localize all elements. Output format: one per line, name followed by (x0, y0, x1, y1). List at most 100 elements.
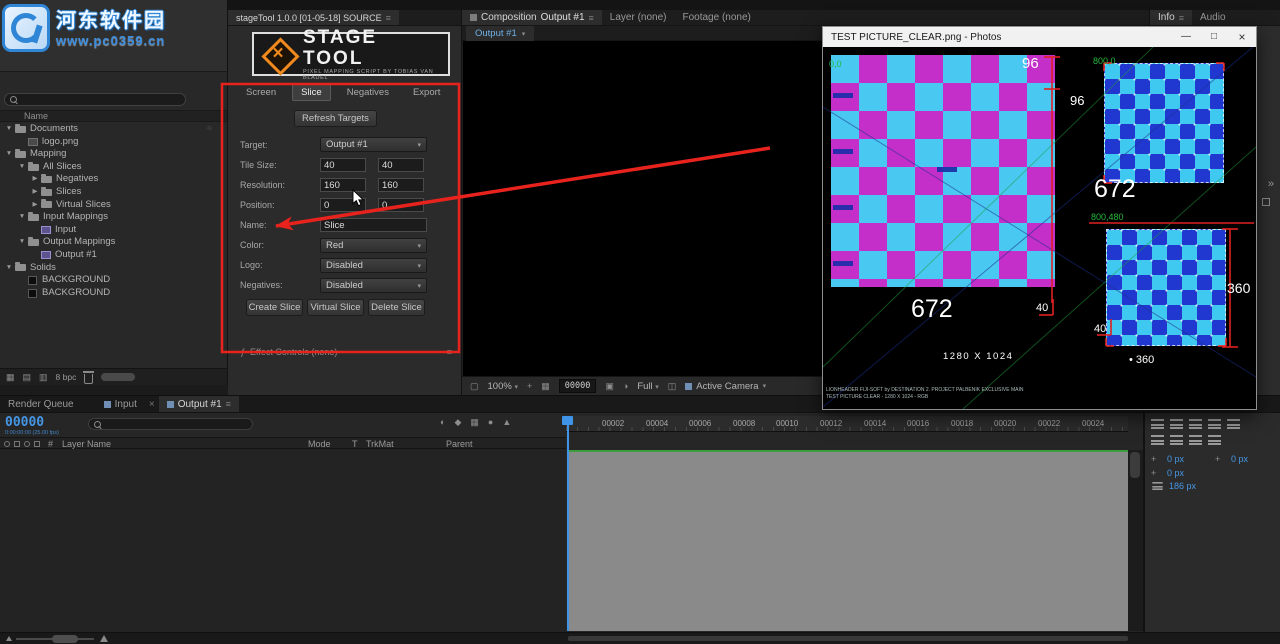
timeline-search-box[interactable] (88, 418, 253, 430)
vscroll-thumb[interactable] (1130, 452, 1140, 478)
tree-item-input[interactable]: ▼Input (0, 224, 227, 237)
tab-screen[interactable]: Screen (238, 85, 284, 100)
twirl-open-icon[interactable]: ▼ (17, 236, 27, 249)
maximize-button[interactable]: □ (1200, 27, 1228, 47)
graph-editor-icon[interactable]: ▲ (502, 417, 511, 428)
current-time-display[interactable]: 00000 0:00:00:00 (25.00 fps) (5, 415, 59, 436)
flowchart-pill[interactable] (101, 373, 135, 381)
slice-name-input[interactable] (320, 218, 427, 232)
position-x-input[interactable] (320, 198, 366, 212)
zoom-in-icon[interactable] (100, 635, 108, 642)
align-center-icon[interactable] (1170, 419, 1183, 429)
twirl-closed-icon[interactable]: ▶ (30, 199, 40, 212)
tab-composition[interactable]: Composition Output #1 ≡ (462, 10, 602, 25)
tile-width-input[interactable] (320, 158, 366, 172)
tab-input-timeline[interactable]: Input (96, 396, 145, 412)
panel-menu-icon[interactable]: ≡ (447, 347, 452, 357)
current-time-chip[interactable]: 00000 (559, 379, 597, 393)
tab-info[interactable]: Info≡ (1150, 10, 1192, 25)
zoom-slider-knob[interactable] (52, 635, 78, 643)
align-left-icon[interactable] (1151, 419, 1164, 429)
tab-slice[interactable]: Slice (292, 84, 331, 101)
tab-render-queue[interactable]: Render Queue (0, 396, 82, 412)
list-view-icon[interactable]: ▦ (6, 372, 15, 383)
frame-blend-icon[interactable]: ▦ (470, 417, 479, 428)
tab-layer[interactable]: Layer (none) (602, 10, 675, 25)
draft3d-icon[interactable]: ◆ (454, 417, 461, 428)
tree-item-background-1[interactable]: ▼BACKGROUND (0, 274, 227, 287)
tree-item-all-slices[interactable]: ▼All Slices (0, 161, 227, 174)
viewer-tab-output1[interactable]: Output #1 ▾ (466, 26, 534, 41)
tree-item-logo-png[interactable]: ▼logo.png (0, 136, 227, 149)
target-select[interactable]: Output #1▾ (320, 137, 427, 152)
time-ruler[interactable]: 00002 00004 00006 00008 00010 00012 0001… (566, 416, 1128, 432)
audio-column-icon[interactable] (14, 441, 20, 447)
indent-right-value[interactable]: 0 px (1231, 454, 1248, 464)
crosshair-icon[interactable]: + (527, 381, 532, 391)
tree-item-mapping[interactable]: ▼Mapping (0, 148, 227, 161)
view-select[interactable]: Active Camera ▾ (685, 381, 766, 392)
grid-icon[interactable]: ▦ (541, 381, 550, 392)
region-of-interest-icon[interactable]: ◫ (668, 381, 677, 392)
justify-all-icon[interactable] (1227, 419, 1240, 429)
panel-menu-icon[interactable]: ≡ (386, 13, 391, 23)
close-tab-icon[interactable]: × (145, 399, 159, 410)
minimize-button[interactable]: — (1172, 27, 1200, 47)
logo-select[interactable]: Disabled▾ (320, 258, 427, 273)
tree-item-solids[interactable]: ▼Solids (0, 262, 227, 275)
column-layer-name[interactable]: Layer Name (62, 439, 111, 449)
effect-controls-tab[interactable]: ƒ Effect Controls (none) ≡ (240, 347, 452, 357)
position-y-input[interactable] (378, 198, 424, 212)
column-hash[interactable]: # (48, 439, 53, 449)
tab-footage[interactable]: Footage (none) (674, 10, 758, 25)
camera-icon[interactable]: ▣ (605, 381, 614, 392)
column-parent[interactable]: Parent (446, 439, 473, 449)
tab-export[interactable]: Export (405, 85, 448, 100)
twirl-open-icon[interactable]: ▼ (17, 161, 27, 174)
time-indicator-handle[interactable] (562, 416, 573, 425)
solo-column-icon[interactable] (24, 441, 30, 447)
color-select[interactable]: Red▾ (320, 238, 427, 253)
delete-slice-button[interactable]: Delete Slice (368, 299, 425, 316)
justify-last-left-icon[interactable] (1208, 419, 1221, 429)
composition-mini-flowchart-icon[interactable]: ◐ (440, 417, 445, 428)
refresh-targets-button[interactable]: Refresh Targets (294, 110, 377, 127)
panel-expand-icon[interactable]: » (1268, 178, 1274, 190)
layer-list-area[interactable] (0, 449, 566, 632)
column-t[interactable]: T (352, 439, 358, 449)
twirl-closed-icon[interactable]: ▶ (30, 186, 40, 199)
tree-item-slices[interactable]: ▶Slices (0, 186, 227, 199)
proxy-icon[interactable]: ▥ (39, 372, 48, 383)
tree-item-background-2[interactable]: ▼BACKGROUND (0, 287, 227, 300)
project-search-box[interactable] (4, 93, 186, 106)
tab-stagetool[interactable]: stageTool 1.0.0 [01-05-18] SOURCE ≡ (228, 10, 399, 25)
tree-item-output-mappings[interactable]: ▼Output Mappings (0, 236, 227, 249)
motion-blur-icon[interactable]: ● (488, 417, 493, 428)
close-button[interactable]: × (1228, 27, 1256, 47)
tab-negatives[interactable]: Negatives (339, 85, 397, 100)
justify-last-right-icon[interactable] (1170, 435, 1183, 445)
time-indicator-line[interactable] (567, 416, 569, 631)
timecode-value[interactable]: 00000 (5, 415, 59, 430)
indent-left-icon[interactable] (1189, 435, 1202, 445)
twirl-open-icon[interactable]: ▼ (17, 211, 27, 224)
twirl-closed-icon[interactable]: ▶ (30, 173, 40, 186)
bit-depth-label[interactable]: 8 bpc (56, 372, 77, 382)
tree-item-output-1[interactable]: ▼Output #1 (0, 249, 227, 262)
resolution-height-input[interactable] (378, 178, 424, 192)
snapshot-icon[interactable]: ▢ (470, 381, 479, 392)
timeline-vscrollbar[interactable] (1128, 450, 1143, 631)
indent-right-icon[interactable] (1208, 435, 1221, 445)
twirl-open-icon[interactable]: ▼ (4, 148, 14, 161)
exposure-icon[interactable]: ◑ (623, 381, 628, 391)
trash-icon[interactable] (84, 374, 93, 384)
tree-item-negatives[interactable]: ▶Negatives (0, 173, 227, 186)
tree-item-input-mappings[interactable]: ▼Input Mappings (0, 211, 227, 224)
column-mode[interactable]: Mode (308, 439, 331, 449)
virtual-slice-button[interactable]: Virtual Slice (307, 299, 364, 316)
timeline-track-area[interactable] (568, 450, 1128, 631)
resolution-width-input[interactable] (320, 178, 366, 192)
leading-value[interactable]: 186 px (1169, 481, 1196, 491)
panel-menu-icon[interactable]: ≡ (1179, 13, 1184, 23)
zoom-select[interactable]: 100% ▾ (488, 381, 518, 392)
